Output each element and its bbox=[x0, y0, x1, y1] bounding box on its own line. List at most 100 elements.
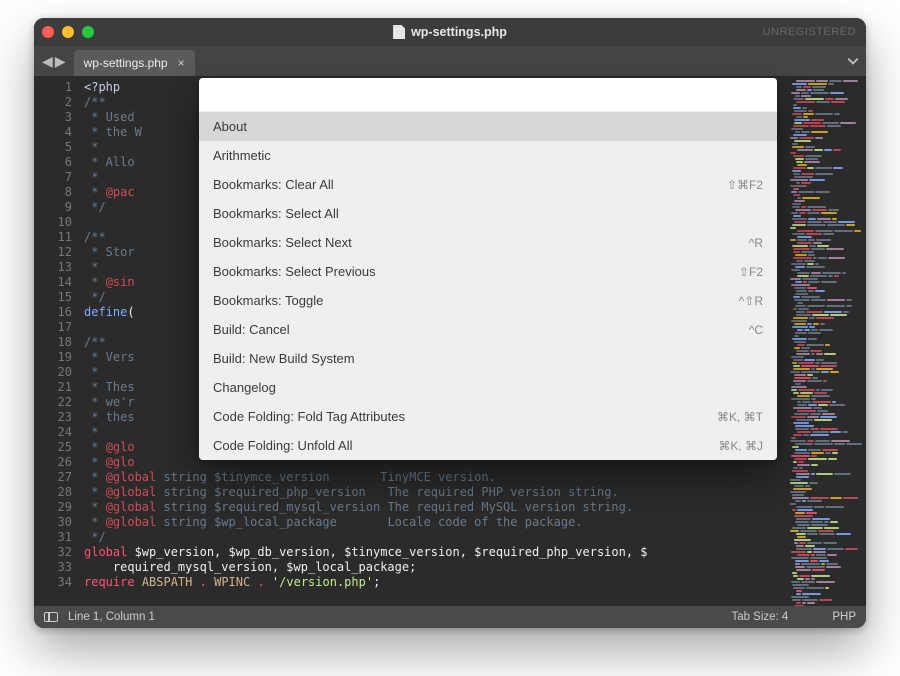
command-label: About bbox=[213, 119, 247, 134]
line-number: 27 bbox=[34, 470, 72, 485]
window-controls bbox=[42, 26, 94, 38]
command-palette-item[interactable]: Bookmarks: Toggle ^⇧R bbox=[199, 286, 777, 315]
line-number: 7 bbox=[34, 170, 72, 185]
command-palette-item[interactable]: About bbox=[199, 112, 777, 141]
command-shortcut: ^R bbox=[749, 236, 763, 250]
command-label: Code Folding: Unfold All bbox=[213, 438, 352, 453]
cursor-position[interactable]: Line 1, Column 1 bbox=[68, 611, 155, 623]
command-shortcut: ⇧F2 bbox=[739, 265, 763, 279]
tab-label: wp-settings.php bbox=[84, 56, 168, 70]
line-number: 34 bbox=[34, 575, 72, 590]
line-number: 5 bbox=[34, 140, 72, 155]
command-palette-item[interactable]: Arithmetic bbox=[199, 141, 777, 170]
command-label: Bookmarks: Clear All bbox=[213, 177, 334, 192]
app-window: wp-settings.php UNREGISTERED ◀ ▶ wp-sett… bbox=[34, 18, 866, 628]
command-palette-list: AboutArithmeticBookmarks: Clear All⇧⌘F2B… bbox=[199, 112, 777, 460]
line-number: 22 bbox=[34, 395, 72, 410]
command-palette-item[interactable]: Bookmarks: Select Next ^R bbox=[199, 228, 777, 257]
command-label: Bookmarks: Select Next bbox=[213, 235, 352, 250]
close-tab-icon[interactable]: × bbox=[178, 56, 185, 70]
code-line: global $wp_version, $wp_db_version, $tin… bbox=[84, 545, 788, 560]
line-number: 29 bbox=[34, 500, 72, 515]
line-number: 2 bbox=[34, 95, 72, 110]
minimize-window-button[interactable] bbox=[62, 26, 74, 38]
panel-toggle-icon[interactable] bbox=[44, 612, 58, 622]
line-number: 18 bbox=[34, 335, 72, 350]
command-shortcut: ⇧⌘F2 bbox=[727, 178, 763, 192]
command-palette-item[interactable]: Code Folding: Fold Tag Attributes ⌘K, ⌘T bbox=[199, 402, 777, 431]
command-label: Build: New Build System bbox=[213, 351, 355, 366]
code-line: * @global string $required_mysql_version… bbox=[84, 500, 788, 515]
minimap[interactable] bbox=[788, 76, 866, 606]
line-number: 20 bbox=[34, 365, 72, 380]
window-title: wp-settings.php bbox=[34, 25, 866, 39]
command-label: Bookmarks: Select Previous bbox=[213, 264, 376, 279]
command-palette-item[interactable]: Bookmarks: Select All bbox=[199, 199, 777, 228]
command-label: Arithmetic bbox=[213, 148, 271, 163]
tab-active[interactable]: wp-settings.php × bbox=[74, 50, 195, 76]
code-line: required_mysql_version, $wp_local_packag… bbox=[84, 560, 788, 575]
command-palette-item[interactable]: Build: Cancel ^C bbox=[199, 315, 777, 344]
command-shortcut: ⌘K, ⌘J bbox=[718, 439, 763, 453]
unregistered-badge: UNREGISTERED bbox=[763, 26, 856, 38]
line-number: 32 bbox=[34, 545, 72, 560]
line-number: 17 bbox=[34, 320, 72, 335]
line-number: 31 bbox=[34, 530, 72, 545]
line-number: 10 bbox=[34, 215, 72, 230]
code-line: * @global string $tinymce_version TinyMC… bbox=[84, 470, 788, 485]
tab-menu-button[interactable] bbox=[840, 46, 866, 76]
status-bar: Line 1, Column 1 Tab Size: 4 PHP bbox=[34, 606, 866, 628]
command-label: Bookmarks: Select All bbox=[213, 206, 339, 221]
command-label: Code Folding: Fold Tag Attributes bbox=[213, 409, 405, 424]
command-palette-item[interactable]: Bookmarks: Clear All ⇧⌘F2 bbox=[199, 170, 777, 199]
zoom-window-button[interactable] bbox=[82, 26, 94, 38]
line-number: 12 bbox=[34, 245, 72, 260]
window-title-text: wp-settings.php bbox=[411, 25, 507, 39]
line-number: 1 bbox=[34, 80, 72, 95]
code-line: * @global string $wp_local_package Local… bbox=[84, 515, 788, 530]
line-number: 14 bbox=[34, 275, 72, 290]
line-number: 6 bbox=[34, 155, 72, 170]
line-number: 9 bbox=[34, 200, 72, 215]
nav-forward-button[interactable]: ▶ bbox=[55, 53, 66, 70]
command-palette-item[interactable]: Build: New Build System bbox=[199, 344, 777, 373]
command-shortcut: ^C bbox=[749, 323, 763, 337]
tab-size-indicator[interactable]: Tab Size: 4 bbox=[731, 611, 788, 623]
command-palette-item[interactable]: Bookmarks: Select Previous ⇧F2 bbox=[199, 257, 777, 286]
line-number: 4 bbox=[34, 125, 72, 140]
command-shortcut: ^⇧R bbox=[739, 294, 763, 308]
line-number: 15 bbox=[34, 290, 72, 305]
line-number: 16 bbox=[34, 305, 72, 320]
tab-bar: ◀ ▶ wp-settings.php × bbox=[34, 46, 866, 76]
line-number: 25 bbox=[34, 440, 72, 455]
close-window-button[interactable] bbox=[42, 26, 54, 38]
line-number: 21 bbox=[34, 380, 72, 395]
nav-arrows: ◀ ▶ bbox=[38, 46, 74, 76]
line-number: 13 bbox=[34, 260, 72, 275]
chevron-down-icon bbox=[847, 55, 859, 67]
line-number: 23 bbox=[34, 410, 72, 425]
nav-back-button[interactable]: ◀ bbox=[42, 53, 53, 70]
command-palette: AboutArithmeticBookmarks: Clear All⇧⌘F2B… bbox=[199, 78, 777, 460]
code-line: require ABSPATH . WPINC . '/version.php'… bbox=[84, 575, 788, 590]
command-shortcut: ⌘K, ⌘T bbox=[717, 410, 763, 424]
line-number: 3 bbox=[34, 110, 72, 125]
command-label: Bookmarks: Toggle bbox=[213, 293, 323, 308]
code-line: * @global string $required_php_version T… bbox=[84, 485, 788, 500]
command-palette-input[interactable] bbox=[199, 78, 777, 112]
command-label: Build: Cancel bbox=[213, 322, 290, 337]
command-palette-item[interactable]: Changelog bbox=[199, 373, 777, 402]
line-number: 24 bbox=[34, 425, 72, 440]
titlebar: wp-settings.php UNREGISTERED bbox=[34, 18, 866, 46]
line-number: 11 bbox=[34, 230, 72, 245]
command-label: Changelog bbox=[213, 380, 276, 395]
line-number: 28 bbox=[34, 485, 72, 500]
line-number-gutter: 1234567891011121314151617181920212223242… bbox=[34, 76, 82, 606]
syntax-indicator[interactable]: PHP bbox=[832, 611, 856, 623]
line-number: 26 bbox=[34, 455, 72, 470]
line-number: 19 bbox=[34, 350, 72, 365]
code-line: */ bbox=[84, 530, 788, 545]
file-icon bbox=[393, 25, 405, 39]
command-palette-item[interactable]: Code Folding: Unfold All ⌘K, ⌘J bbox=[199, 431, 777, 460]
line-number: 8 bbox=[34, 185, 72, 200]
